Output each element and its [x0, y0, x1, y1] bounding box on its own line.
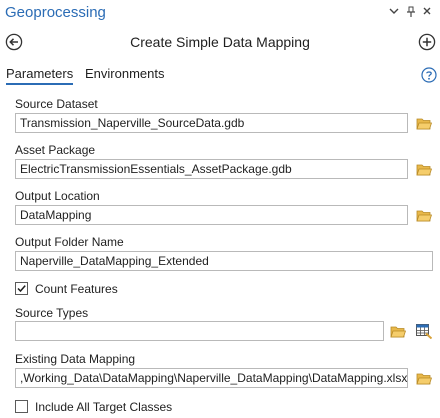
- output-folder-name-label: Output Folder Name: [15, 235, 124, 249]
- pane-title: Geoprocessing: [5, 4, 106, 21]
- pin-icon[interactable]: [405, 6, 417, 20]
- table-options-icon[interactable]: [416, 324, 433, 340]
- back-arrow-icon[interactable]: [5, 33, 23, 51]
- tab-parameters[interactable]: Parameters: [6, 66, 74, 85]
- output-location-label: Output Location: [15, 189, 100, 203]
- geoprocessing-pane: Geoprocessing Create Simple Data Mapping…: [0, 0, 440, 418]
- include-all-target-classes-label: Include All Target Classes: [35, 400, 173, 414]
- source-types-label: Source Types: [15, 306, 89, 320]
- source-types-input[interactable]: [15, 321, 384, 341]
- pane-header: Geoprocessing: [0, 0, 440, 28]
- output-folder-name-input[interactable]: Naperville_DataMapping_Extended: [15, 251, 433, 271]
- tab-environments[interactable]: Environments: [85, 66, 164, 81]
- tool-header: Create Simple Data Mapping: [0, 30, 440, 56]
- asset-package-input[interactable]: ElectricTransmissionEssentials_AssetPack…: [15, 159, 408, 179]
- include-all-target-classes-checkbox[interactable]: [15, 400, 28, 413]
- count-features-checkbox[interactable]: [15, 282, 28, 295]
- asset-package-label: Asset Package: [15, 143, 96, 157]
- folder-browse-icon[interactable]: [416, 209, 433, 223]
- tool-title: Create Simple Data Mapping: [130, 34, 310, 50]
- folder-browse-icon[interactable]: [390, 325, 407, 339]
- folder-browse-icon[interactable]: [416, 163, 433, 177]
- existing-data-mapping-input[interactable]: ,Working_Data\DataMapping\Naperville_Dat…: [15, 368, 408, 388]
- count-features-label: Count Features: [35, 282, 118, 296]
- tab-bar: Parameters Environments: [0, 64, 440, 88]
- source-dataset-label: Source Dataset: [15, 97, 98, 111]
- close-icon[interactable]: [421, 6, 433, 20]
- folder-browse-icon[interactable]: [416, 372, 433, 386]
- help-icon[interactable]: [421, 67, 437, 83]
- existing-data-mapping-label: Existing Data Mapping: [15, 352, 136, 366]
- output-location-input[interactable]: DataMapping: [15, 205, 408, 225]
- chevron-down-icon[interactable]: [388, 6, 400, 20]
- folder-browse-icon[interactable]: [416, 117, 433, 131]
- source-dataset-input[interactable]: Transmission_Naperville_SourceData.gdb: [15, 113, 408, 133]
- add-icon[interactable]: [418, 33, 436, 51]
